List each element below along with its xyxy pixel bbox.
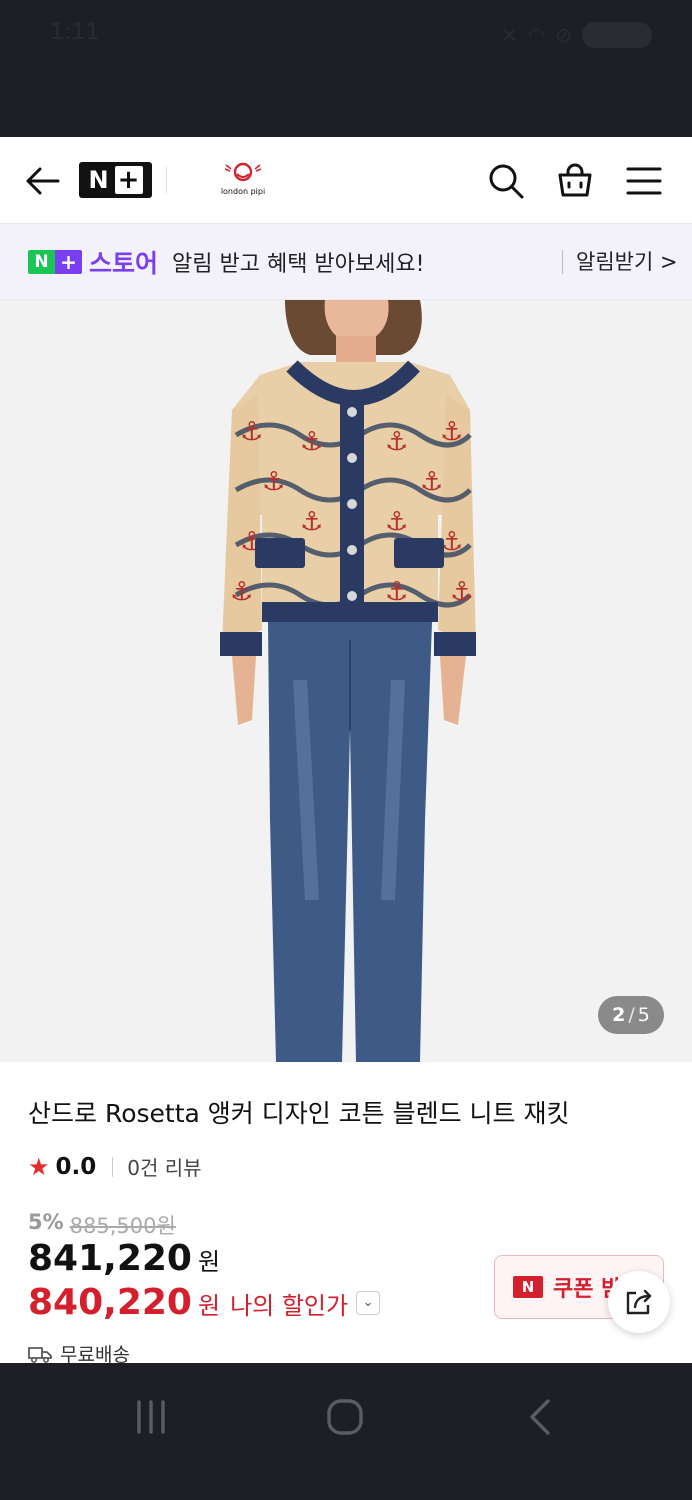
nplus-badge: N + — [28, 249, 82, 274]
brand-face-icon — [224, 162, 262, 182]
home-icon[interactable] — [326, 1398, 364, 1436]
gallery-current: 2 — [612, 1004, 626, 1026]
svg-text:⚓: ⚓ — [385, 507, 408, 537]
product-photo: ⚓ ⚓ ⚓ ⚓ ⚓ ⚓ ⚓⚓ ⚓⚓ ⚓ ⚓ ⚓ — [220, 300, 476, 1062]
discount-percent: 5% — [28, 1210, 64, 1234]
svg-text:⚓: ⚓ — [385, 427, 408, 457]
dnd-icon: ⊘ — [555, 23, 572, 47]
my-price-value: 840,220 — [28, 1282, 192, 1323]
notify-button[interactable]: 알림받기 > — [576, 246, 678, 276]
naver-n-icon: N — [513, 1276, 543, 1298]
gallery-slash: / — [628, 1004, 635, 1026]
nplus-store-banner[interactable]: N + 스토어 알림 받고 혜택 받아보세요! 알림받기 > — [0, 224, 692, 300]
header-divider — [166, 167, 167, 193]
sale-price: 841,220 원 — [28, 1238, 220, 1279]
sale-price-value: 841,220 — [28, 1238, 192, 1279]
my-price-unit: 원 — [197, 1292, 221, 1320]
svg-text:⚓: ⚓ — [300, 507, 323, 537]
nplus-plus: + — [114, 166, 143, 194]
status-time: 1:11 — [50, 20, 100, 45]
brand-name: london pipi — [220, 187, 266, 196]
share-icon — [626, 1289, 652, 1315]
banner-message: 알림 받고 혜택 받아보세요! — [172, 251, 425, 277]
rating-row[interactable]: ★ 0.0 0건 리뷰 — [28, 1152, 202, 1181]
rating-divider — [112, 1156, 114, 1177]
svg-text:⚓: ⚓ — [450, 577, 473, 607]
nplus-logo[interactable]: N + — [79, 162, 152, 198]
battery-icon — [582, 22, 652, 48]
status-icons: ✕ ◠ ⊘ — [501, 22, 652, 48]
menu-icon[interactable] — [624, 161, 664, 201]
recent-apps-icon[interactable] — [133, 1399, 169, 1435]
badge-n: N — [28, 249, 55, 274]
sale-price-unit: 원 — [197, 1248, 221, 1276]
shipping-row: 무료배송 — [28, 1340, 130, 1363]
back-arrow-icon[interactable] — [22, 161, 62, 201]
search-icon[interactable] — [486, 161, 526, 201]
brand-logo[interactable]: london pipi — [218, 161, 268, 201]
nplus-letter: N — [88, 166, 109, 194]
my-price-label: 나의 할인가 — [230, 1292, 349, 1320]
rating-score: 0.0 — [55, 1153, 97, 1180]
shipping-text: 무료배송 — [60, 1344, 130, 1363]
app-screen: N + london pipi N + 스토어 알림 받고 혜택 받아보세요! … — [0, 137, 692, 1363]
system-navigation-bar — [0, 1363, 692, 1500]
badge-plus: + — [55, 249, 82, 274]
star-icon: ★ — [28, 1152, 50, 1181]
back-nav-icon[interactable] — [524, 1398, 554, 1436]
product-title: 산드로 Rosetta 앵커 디자인 코튼 블렌드 니트 재킷 — [28, 1099, 570, 1128]
svg-text:⚓: ⚓ — [230, 577, 253, 607]
banner-divider — [562, 250, 563, 274]
status-bar: 1:11 ✕ ◠ ⊘ — [0, 0, 692, 137]
share-button[interactable] — [608, 1271, 670, 1333]
mute-icon: ✕ — [501, 23, 518, 47]
svg-text:⚓: ⚓ — [300, 427, 323, 457]
svg-text:⚓: ⚓ — [440, 417, 463, 447]
chevron-down-icon[interactable]: ⌄ — [356, 1290, 381, 1315]
cart-icon[interactable] — [555, 161, 595, 201]
svg-text:⚓: ⚓ — [240, 417, 263, 447]
original-price: 885,500원 — [69, 1214, 176, 1238]
svg-text:⚓: ⚓ — [262, 467, 285, 497]
gallery-total: 5 — [637, 1004, 650, 1026]
review-count[interactable]: 0건 리뷰 — [127, 1152, 201, 1181]
truck-icon — [28, 1346, 52, 1363]
gallery-counter: 2 / 5 — [598, 996, 664, 1034]
my-discount-price[interactable]: 840,220 원 나의 할인가 ⌄ — [28, 1282, 381, 1323]
discount-row: 5% 885,500원 — [28, 1210, 176, 1240]
top-navigation: N + london pipi — [0, 137, 692, 224]
svg-text:⚓: ⚓ — [420, 467, 443, 497]
product-image-gallery[interactable]: ⚓ ⚓ ⚓ ⚓ ⚓ ⚓ ⚓ ⚓ ⚓ ⚓ ⚓ ⚓ ⚓ 2 / 5 — [0, 300, 692, 1062]
store-label: 스토어 — [89, 248, 159, 278]
wifi-icon: ◠ — [527, 23, 546, 47]
